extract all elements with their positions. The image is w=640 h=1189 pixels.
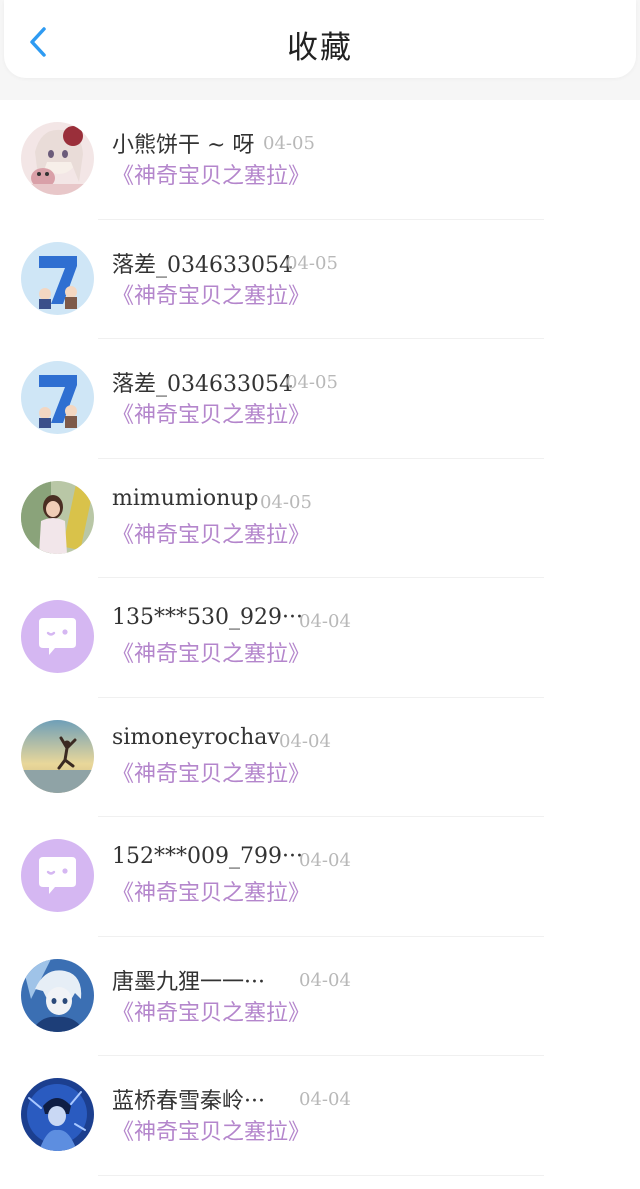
avatar[interactable] xyxy=(21,839,94,912)
favorite-date: 04-05 xyxy=(286,252,338,274)
book-title-link[interactable]: 《神奇宝贝之塞拉》 xyxy=(112,1114,310,1146)
favorite-date: 04-05 xyxy=(260,491,312,513)
anime-girl-pink-avatar xyxy=(21,122,94,195)
list-item[interactable]: simoneyrochav 04-04 《神奇宝贝之塞拉》 xyxy=(0,698,640,817)
header: 收藏 xyxy=(4,0,636,78)
number-seven-avatar xyxy=(21,361,94,434)
user-name: 152***009_799··· xyxy=(112,844,303,869)
book-title-link[interactable]: 《神奇宝贝之塞拉》 xyxy=(112,875,310,907)
book-title-link[interactable]: 《神奇宝贝之塞拉》 xyxy=(112,756,310,788)
book-title-link[interactable]: 《神奇宝贝之塞拉》 xyxy=(112,278,310,310)
favorite-date: 04-04 xyxy=(299,850,351,871)
sunset-jump-avatar xyxy=(21,719,94,793)
photo-girl-avatar xyxy=(21,480,94,554)
avatar[interactable] xyxy=(21,1078,94,1151)
chat-bubble-avatar xyxy=(21,839,94,912)
avatar[interactable] xyxy=(21,480,94,554)
user-name: 小熊饼干 ~ 呀 xyxy=(112,133,255,158)
list-item[interactable]: 唐墨九狸一一··· 04-04 《神奇宝贝之塞拉》 xyxy=(0,937,640,1056)
favorite-date: 04-04 xyxy=(279,730,331,752)
favorite-date: 04-05 xyxy=(263,133,315,154)
top-bar: 收藏 xyxy=(0,0,640,100)
book-title-link[interactable]: 《神奇宝贝之塞拉》 xyxy=(112,397,310,429)
favorite-date: 04-05 xyxy=(286,372,338,393)
book-title-link[interactable]: 《神奇宝贝之塞拉》 xyxy=(112,517,310,549)
number-seven-avatar xyxy=(21,241,94,315)
list-item[interactable]: 152***009_799··· 04-04 《神奇宝贝之塞拉》 xyxy=(0,817,640,937)
list-item[interactable]: 落差_034633054 04-05 《神奇宝贝之塞拉》 xyxy=(0,220,640,339)
avatar[interactable] xyxy=(21,241,94,315)
list-item[interactable]: 小熊饼干 ~ 呀 04-05 《神奇宝贝之塞拉》 xyxy=(0,100,640,220)
book-title-link[interactable]: 《神奇宝贝之塞拉》 xyxy=(112,995,310,1027)
avatar[interactable] xyxy=(21,719,94,793)
user-name: 蓝桥春雪秦岭··· xyxy=(112,1089,265,1114)
list-item[interactable]: 落差_034633054 04-05 《神奇宝贝之塞拉》 xyxy=(0,339,640,459)
user-name: 落差_034633054 xyxy=(112,372,293,397)
avatar[interactable] xyxy=(21,600,94,673)
avatar[interactable] xyxy=(21,958,94,1032)
user-name: mimumionup xyxy=(112,485,259,511)
avatar[interactable] xyxy=(21,122,94,195)
avatar[interactable] xyxy=(21,361,94,434)
user-name: 135***530_929··· xyxy=(112,605,303,630)
favorites-list: 小熊饼干 ~ 呀 04-05 《神奇宝贝之塞拉》 落差_034633054 04… xyxy=(0,100,640,1176)
chat-bubble-avatar xyxy=(21,600,94,673)
list-item[interactable]: 135***530_929··· 04-04 《神奇宝贝之塞拉》 xyxy=(0,578,640,698)
user-name: simoneyrochav xyxy=(112,724,280,750)
book-title-link[interactable]: 《神奇宝贝之塞拉》 xyxy=(112,636,310,668)
user-name: 唐墨九狸一一··· xyxy=(112,969,265,995)
anime-dark-blue-avatar xyxy=(21,1078,94,1151)
list-item[interactable]: 蓝桥春雪秦岭··· 04-04 《神奇宝贝之塞拉》 xyxy=(0,1056,640,1176)
list-item[interactable]: mimumionup 04-05 《神奇宝贝之塞拉》 xyxy=(0,459,640,578)
user-name: 落差_034633054 xyxy=(112,252,293,278)
book-title-link[interactable]: 《神奇宝贝之塞拉》 xyxy=(112,158,310,190)
favorite-date: 04-04 xyxy=(299,1089,351,1110)
favorite-date: 04-04 xyxy=(299,969,351,991)
favorite-date: 04-04 xyxy=(299,611,351,632)
page-title: 收藏 xyxy=(287,30,353,66)
anime-boy-blue-avatar xyxy=(21,958,94,1032)
divider xyxy=(98,1174,544,1176)
